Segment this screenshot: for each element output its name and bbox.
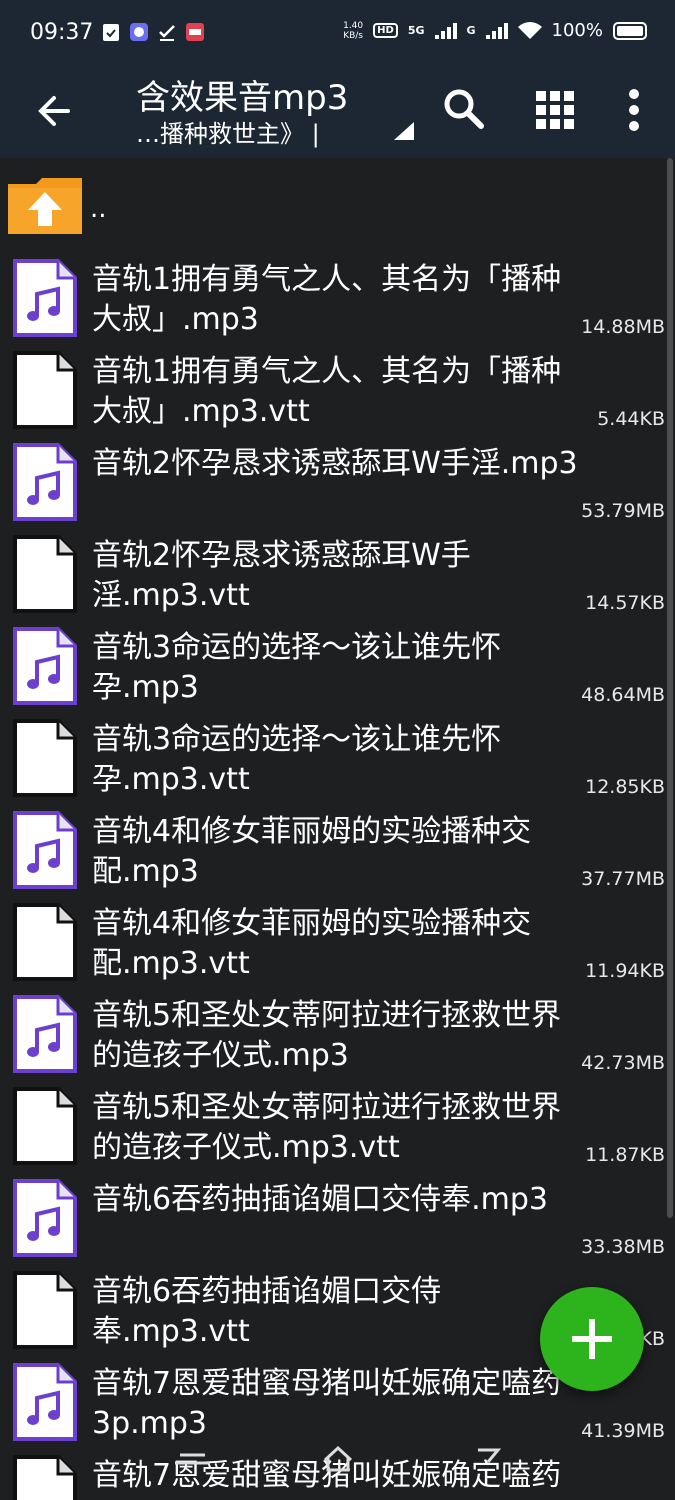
gesture-nav-bar (175, 1445, 502, 1472)
back-arrow-icon[interactable] (30, 86, 80, 136)
file-name: 音轨5和圣处女蒂阿拉进行拯救世界的造孩子仪式.mp3.vtt (92, 1090, 562, 1165)
list-scrollbar[interactable] (667, 158, 673, 1218)
audio-file-icon (12, 258, 78, 338)
status-time: 09:37 (30, 20, 94, 45)
file-row[interactable]: 音轨3命运的选择～该让谁先怀孕.mp3 48.64MB (0, 618, 665, 710)
app-notification-icon (130, 23, 148, 41)
file-size: 11.87KB (585, 1144, 665, 1166)
add-button[interactable] (540, 1287, 644, 1391)
text-file-icon (12, 1270, 78, 1350)
file-row[interactable]: 音轨6吞药抽插谄媚口交侍奉.mp3 33.38MB (0, 1170, 665, 1262)
path-dropdown-icon[interactable] (394, 122, 414, 140)
file-name: 音轨3命运的选择～该让谁先怀孕.mp3 (92, 630, 502, 705)
clipboard-icon (103, 24, 119, 41)
file-name: 音轨5和圣处女蒂阿拉进行拯救世界的造孩子仪式.mp3 (92, 998, 562, 1073)
file-name: 音轨4和修女菲丽姆的实验播种交配.mp3.vtt (92, 906, 532, 981)
file-row[interactable]: 音轨1拥有勇气之人、其名为「播种大叔」.mp3 14.88MB (0, 250, 665, 342)
audio-file-icon (12, 1362, 78, 1442)
text-file-icon (12, 718, 78, 798)
audio-file-icon (12, 626, 78, 706)
audio-file-icon (12, 994, 78, 1074)
status-bar: 09:37 1.40 KB/s HD 5G G 100% (0, 0, 675, 70)
file-name: 音轨1拥有勇气之人、其名为「播种大叔」.mp3 (92, 262, 562, 337)
file-size: 48.64MB (581, 684, 665, 706)
signal-g-icon: G (466, 24, 476, 37)
audio-file-icon (12, 442, 78, 522)
battery-icon (613, 21, 647, 40)
file-name: 音轨7恩爱甜蜜母猪叫妊娠确定嗑药3p.mp3 (92, 1366, 562, 1441)
file-size: 5.44KB (597, 408, 665, 430)
network-speed: 1.40 KB/s (343, 20, 364, 41)
wifi-icon (517, 21, 542, 39)
signal-5g-icon: 5G (407, 24, 425, 37)
text-file-icon (12, 1086, 78, 1166)
file-row[interactable]: 音轨2怀孕恳求诱惑舔耳W手淫.mp3.vtt 14.57KB (0, 526, 665, 618)
file-row[interactable]: 音轨2怀孕恳求诱惑舔耳W手淫.mp3 53.79MB (0, 434, 665, 526)
red-app-icon (186, 23, 204, 41)
file-size: 41.39MB (581, 1420, 665, 1442)
file-size: 53.79MB (581, 500, 665, 522)
file-size: 33.38MB (581, 1236, 665, 1258)
file-size: 11.94KB (585, 960, 665, 982)
battery-percent: 100% (551, 20, 603, 41)
text-file-icon (12, 902, 78, 982)
file-row[interactable]: 音轨5和圣处女蒂阿拉进行拯救世界的造孩子仪式.mp3.vtt 11.87KB (0, 1078, 665, 1170)
file-name: 音轨2怀孕恳求诱惑舔耳W手淫.mp3.vtt (92, 538, 471, 613)
file-name: 音轨6吞药抽插谄媚口交侍奉.mp3 (92, 1182, 548, 1217)
download-done-icon (159, 25, 175, 41)
file-size: 12.85KB (585, 776, 665, 798)
grid-view-icon[interactable] (527, 82, 583, 138)
file-name: 音轨1拥有勇气之人、其名为「播种大叔」.mp3.vtt (92, 354, 562, 429)
file-size: 42.73MB (581, 1052, 665, 1074)
folder-up-icon (8, 178, 82, 234)
folder-path[interactable]: …播种救世主》 | (136, 114, 320, 149)
parent-folder-label: .. (90, 194, 107, 224)
folder-title: 含效果音mp3 (136, 78, 349, 118)
file-name: 音轨2怀孕恳求诱惑舔耳W手淫.mp3 (92, 446, 578, 481)
file-row[interactable]: 音轨4和修女菲丽姆的实验播种交配.mp3.vtt 11.94KB (0, 894, 665, 986)
parent-folder-row[interactable]: .. (0, 168, 675, 248)
search-icon[interactable] (436, 82, 492, 138)
file-size: 14.57KB (585, 592, 665, 614)
file-row[interactable]: 音轨4和修女菲丽姆的实验播种交配.mp3 37.77MB (0, 802, 665, 894)
file-row[interactable]: 音轨1拥有勇气之人、其名为「播种大叔」.mp3.vtt 5.44KB (0, 342, 665, 434)
text-file-icon (12, 534, 78, 614)
more-vert-icon[interactable] (606, 82, 662, 138)
text-file-icon (12, 350, 78, 430)
file-name: 音轨3命运的选择～该让谁先怀孕.mp3.vtt (92, 722, 502, 797)
audio-file-icon (12, 1178, 78, 1258)
file-size: 37.77MB (581, 868, 665, 890)
system-indicators: 1.40 KB/s HD 5G G 100% (343, 20, 647, 41)
cell-signal-2-icon (485, 22, 508, 39)
file-name: 音轨6吞药抽插谄媚口交侍奉.mp3.vtt (92, 1274, 442, 1349)
cell-signal-icon (434, 22, 457, 39)
audio-file-icon (12, 810, 78, 890)
notification-icons (102, 22, 204, 42)
file-row[interactable]: 音轨3命运的选择～该让谁先怀孕.mp3.vtt 12.85KB (0, 710, 665, 802)
file-row[interactable]: 音轨5和圣处女蒂阿拉进行拯救世界的造孩子仪式.mp3 42.73MB (0, 986, 665, 1078)
hd-voice-badge: HD (373, 23, 398, 38)
file-name: 音轨4和修女菲丽姆的实验播种交配.mp3 (92, 814, 532, 889)
app-toolbar: 含效果音mp3 …播种救世主》 | (0, 70, 675, 158)
file-size: 14.88MB (581, 316, 665, 338)
